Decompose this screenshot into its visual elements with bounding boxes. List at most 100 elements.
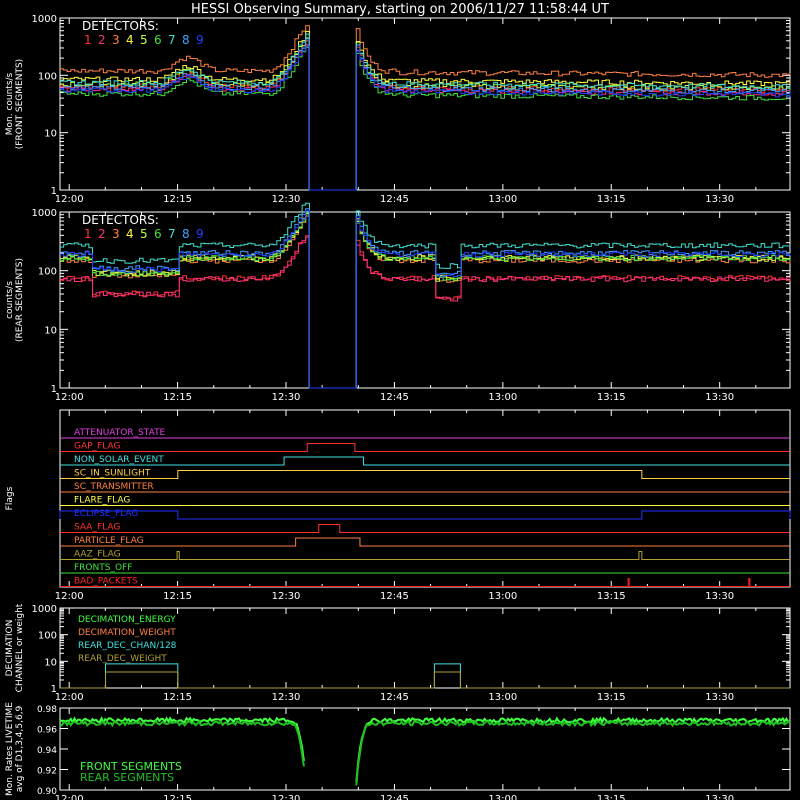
rear-panel-legend-item: 6 xyxy=(154,227,162,241)
flag-line-particle_flag xyxy=(60,537,790,547)
livetime-panel-y-tick-label: 0.90 xyxy=(37,787,57,797)
flag-label-aaz_flag: AAZ_FLAG xyxy=(74,550,121,560)
rear-panel-y-tick-label: 1000 xyxy=(32,208,57,219)
livetime-panel-y-label: Mon. Rates LIVETIME xyxy=(5,702,15,796)
rear-panel-x-tick-label: 13:00 xyxy=(488,392,517,403)
decimation-panel-y-tick-label: 10 xyxy=(44,657,57,668)
rear-panel-legend-item: 8 xyxy=(182,227,190,241)
front-panel-x-tick-label: 13:15 xyxy=(597,194,626,205)
flag-label-sc_transmitter: SC_TRANSMITTER xyxy=(74,482,154,492)
decimation-panel-x-tick-label: 12:00 xyxy=(55,692,84,703)
front-panel-y-tick-label: 1 xyxy=(51,186,57,197)
livetime-panel-x-tick-label: 13:30 xyxy=(705,794,734,800)
front-panel-series-det1 xyxy=(60,40,791,191)
rear-panel-y-tick-label: 10 xyxy=(44,325,57,336)
front-panel-series-det7 xyxy=(60,33,791,191)
livetime-panel-x-tick-label: 12:30 xyxy=(272,794,301,800)
rear-panel-x-tick-label: 12:45 xyxy=(380,392,409,403)
livetime-panel-x-tick-label: 12:00 xyxy=(55,794,84,800)
front-panel-y-tick-label: 10 xyxy=(44,129,57,140)
decimation-panel-series-rear_dec_weight xyxy=(60,671,790,689)
livetime-panel-y-tick-label: 0.92 xyxy=(37,767,57,777)
rear-panel-legend-item: 9 xyxy=(196,227,204,241)
flag-label-fronts_off: FRONTS_OFF xyxy=(74,563,132,573)
flags-panel-frame xyxy=(59,409,791,588)
front-panel-legend-item: 2 xyxy=(98,33,106,47)
front-panel-x-tick-label: 12:15 xyxy=(163,194,192,205)
rear-panel-legend-item: 4 xyxy=(126,227,134,241)
front-panel-series-det8 xyxy=(60,38,791,191)
livetime-panel-y-tick-label: 0.94 xyxy=(37,746,57,756)
decimation-panel-y-label: DECIMATION xyxy=(5,620,15,677)
decimation-panel-y-tick-label: 1 xyxy=(51,684,57,695)
flag-label-bad_packets: BAD_PACKETS xyxy=(74,577,138,587)
decimation-panel-x-tick-label: 12:15 xyxy=(163,692,192,703)
summary-figure: HESSI Observing Summary, starting on 200… xyxy=(5,2,791,800)
livetime-panel-legend-item: REAR SEGMENTS xyxy=(80,771,174,784)
flags-panel-x-tick-label: 13:30 xyxy=(705,591,734,602)
flags-panel-x-tick-label: 12:00 xyxy=(55,591,84,602)
flag-line-saa_flag xyxy=(60,524,790,533)
front-panel-legend-item: 5 xyxy=(140,33,148,47)
flag-label-flare_flag: FLARE_FLAG xyxy=(74,496,130,506)
livetime-panel-x-tick-label: 12:45 xyxy=(380,794,409,800)
rear-panel-y-label: (REAR SEGMENTS) xyxy=(15,258,25,342)
rear-panel-x-tick-label: 12:15 xyxy=(163,392,192,403)
front-panel-x-tick-label: 13:00 xyxy=(488,194,517,205)
rear-panel-legend-item: 7 xyxy=(168,227,176,241)
flag-line-gap_flag xyxy=(60,443,790,452)
livetime-panel-x-tick-label: 13:00 xyxy=(488,794,517,800)
flag-label-saa_flag: SAA_FLAG xyxy=(74,523,120,533)
rear-panel-x-tick-label: 13:15 xyxy=(597,392,626,403)
front-panel-legend-item: 4 xyxy=(126,33,134,47)
front-panel-legend-item: 8 xyxy=(182,33,190,47)
rear-panel-x-tick-label: 12:30 xyxy=(272,392,301,403)
flag-line-non_solar_event xyxy=(60,456,790,466)
front-panel-legend-item: 3 xyxy=(112,33,120,47)
front-panel-series-det5 xyxy=(60,37,791,191)
livetime-panel-y-label: avg of D1,3,4,5,6,9 xyxy=(15,705,25,792)
decimation-panel-x-tick-label: 13:15 xyxy=(597,692,626,703)
livetime-panel-x-tick-label: 13:15 xyxy=(597,794,626,800)
rear-panel-y-tick-label: 1 xyxy=(51,384,57,395)
decimation-panel-legend-item: DECIMATION_WEIGHT xyxy=(78,628,176,638)
rear-panel-y-label: counts/s xyxy=(5,281,15,319)
figure-title: HESSI Observing Summary, starting on 200… xyxy=(191,2,609,17)
flag-label-particle_flag: PARTICLE_FLAG xyxy=(74,536,144,546)
front-panel-x-tick-label: 12:30 xyxy=(272,194,301,205)
flags-panel-x-tick-label: 12:45 xyxy=(380,591,409,602)
flag-label-attenuator_state: ATTENUATOR_STATE xyxy=(74,428,166,438)
front-panel-x-tick-label: 12:00 xyxy=(55,194,84,205)
flag-line-eclipse_flag xyxy=(59,510,791,520)
livetime-panel-y-tick-label: 0.98 xyxy=(37,705,57,715)
flags-panel-x-tick-label: 12:15 xyxy=(163,591,192,602)
front-panel-y-label: (FRONT SEGMENTS) xyxy=(15,59,25,149)
decimation-panel-x-tick-label: 13:00 xyxy=(488,692,517,703)
front-panel-y-tick-label: 100 xyxy=(38,71,57,82)
decimation-panel-legend-item: REAR_DEC_CHAN/128 xyxy=(78,641,177,651)
rear-panel-legend-item: 3 xyxy=(112,227,120,241)
rear-panel-legend-item: 1 xyxy=(84,227,92,241)
decimation-panel-y-tick-label: 100 xyxy=(38,631,57,642)
livetime-panel-x-tick-label: 12:15 xyxy=(163,794,192,800)
decimation-panel-x-tick-label: 13:30 xyxy=(705,692,734,703)
decimation-panel-legend-item: DECIMATION_ENERGY xyxy=(78,615,176,625)
flag-line-bad_packets xyxy=(60,578,790,587)
rear-panel-x-tick-label: 13:30 xyxy=(705,392,734,403)
flags-panel-x-tick-label: 13:00 xyxy=(488,591,517,602)
flag-line-aaz_flag xyxy=(60,551,790,560)
decimation-panel-x-tick-label: 12:45 xyxy=(380,692,409,703)
front-panel-legend-item: 7 xyxy=(168,33,176,47)
front-panel-x-tick-label: 12:45 xyxy=(380,194,409,205)
decimation-panel-y-label: CHANNEL or weight xyxy=(15,603,25,692)
front-panel-legend-item: 9 xyxy=(196,33,204,47)
front-panel-y-tick-label: 1000 xyxy=(32,14,57,25)
flag-label-sc_in_sunlight: SC_IN_SUNLIGHT xyxy=(74,469,151,479)
flags-panel-y-label: Flags xyxy=(5,486,15,510)
flag-line-sc_in_sunlight xyxy=(60,470,790,479)
rear-panel-legend-item: 5 xyxy=(140,227,148,241)
flags-panel-x-tick-label: 13:15 xyxy=(597,591,626,602)
front-panel-legend-item: 1 xyxy=(84,33,92,47)
decimation-panel-series-rear_dec_chan xyxy=(60,663,790,689)
decimation-panel-x-tick-label: 12:30 xyxy=(272,692,301,703)
